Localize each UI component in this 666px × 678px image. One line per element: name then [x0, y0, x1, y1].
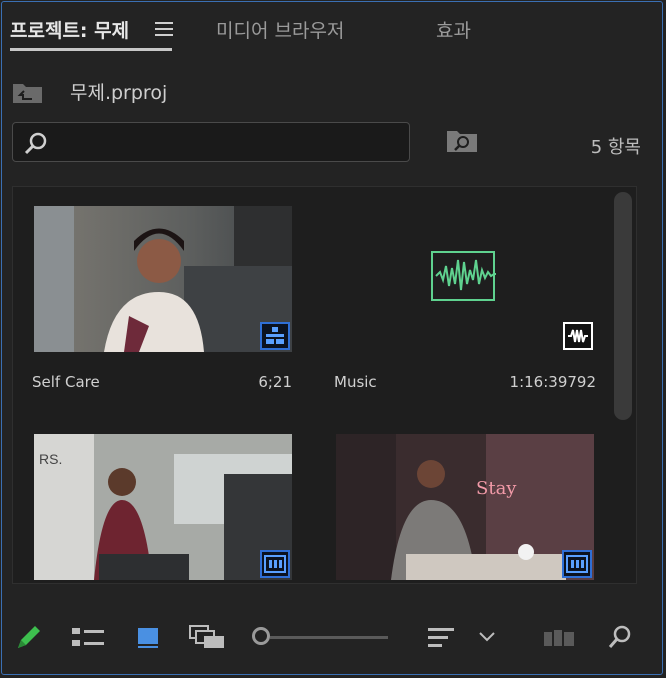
- vertical-scrollbar[interactable]: [614, 192, 632, 420]
- film-icon: [260, 550, 290, 578]
- zoom-slider-track[interactable]: [270, 636, 388, 639]
- tab-effects[interactable]: 효과: [436, 16, 471, 43]
- search-icon: [24, 132, 47, 155]
- audio-icon: [563, 322, 593, 350]
- thumbnail-video-2[interactable]: Stay: [336, 434, 594, 580]
- tab-media-browser[interactable]: 미디어 브라우저: [216, 16, 344, 43]
- freeform-view-icon[interactable]: [188, 624, 228, 650]
- item-name: Self Care: [32, 373, 100, 391]
- list-view-icon[interactable]: [70, 626, 106, 650]
- active-tab-underline: [10, 48, 172, 51]
- project-row: 무제.prproj: [0, 70, 666, 110]
- item-duration: 1:16:39792: [509, 373, 596, 391]
- zoom-slider-knob[interactable]: [252, 627, 270, 645]
- find-icon[interactable]: [606, 624, 634, 652]
- find-bin-icon[interactable]: [446, 128, 478, 154]
- tab-project[interactable]: 프로젝트: 무제: [10, 16, 129, 43]
- sequence-icon: [260, 322, 290, 350]
- thumbnail-music[interactable]: [336, 206, 594, 352]
- sort-icon[interactable]: [426, 626, 456, 650]
- pencil-icon[interactable]: [14, 622, 44, 652]
- automate-to-sequence-icon[interactable]: [542, 626, 576, 650]
- thumbnail-self-care[interactable]: [34, 206, 292, 352]
- thumbnail-video-1[interactable]: RS.: [34, 434, 292, 580]
- chevron-down-icon[interactable]: [478, 630, 496, 644]
- item-duration: 6;21: [258, 373, 292, 391]
- film-icon: [562, 550, 592, 578]
- panel-menu-icon[interactable]: [155, 22, 173, 36]
- icon-view-icon[interactable]: [136, 626, 162, 650]
- svg-text:Stay: Stay: [476, 478, 517, 499]
- project-name: 무제.prproj: [70, 82, 168, 104]
- panel-tabs: 프로젝트: 무제 미디어 브라우저 효과: [0, 0, 666, 54]
- search-input[interactable]: [12, 122, 410, 162]
- folder-up-icon[interactable]: [12, 80, 44, 104]
- item-name: Music: [334, 373, 377, 391]
- item-count: 5 항목: [590, 137, 641, 158]
- svg-text:RS.: RS.: [39, 451, 62, 467]
